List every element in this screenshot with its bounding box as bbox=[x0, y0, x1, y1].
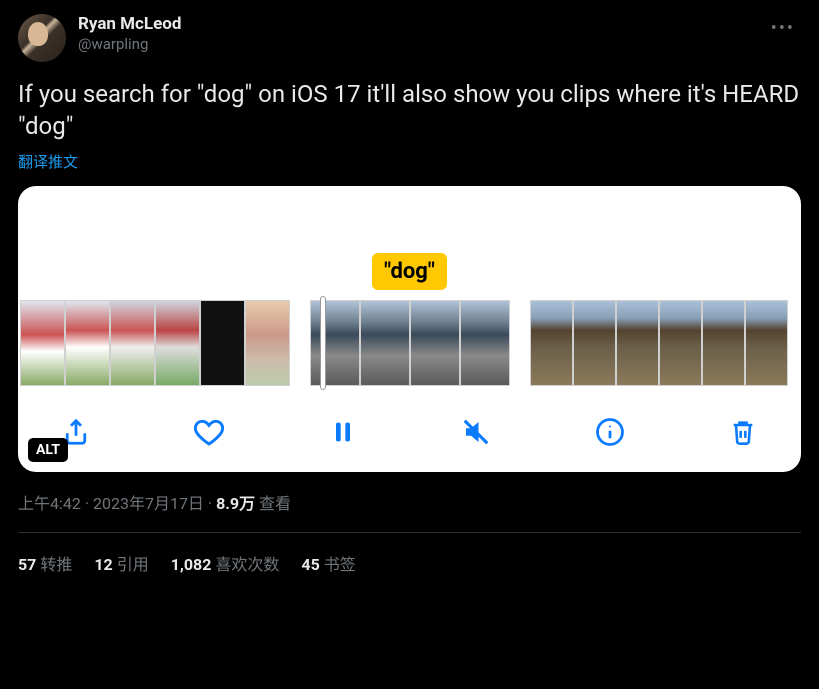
display-name: Ryan McLeod bbox=[78, 14, 181, 35]
caption-bubble: "dog" bbox=[372, 253, 447, 290]
trash-icon[interactable] bbox=[725, 414, 761, 450]
clip-frame bbox=[616, 300, 659, 386]
views-count: 8.9万 bbox=[216, 494, 255, 513]
tweet-text: If you search for "dog" on iOS 17 it'll … bbox=[18, 78, 801, 143]
more-icon[interactable]: ••• bbox=[765, 14, 801, 43]
translate-link[interactable]: 翻译推文 bbox=[18, 151, 801, 172]
tweet-time[interactable]: 上午4:42 bbox=[18, 494, 81, 513]
views-label: 查看 bbox=[259, 494, 291, 513]
alt-badge[interactable]: ALT bbox=[28, 438, 68, 462]
bookmarks-stat[interactable]: 45书签 bbox=[301, 551, 355, 575]
likes-stat[interactable]: 1,082喜欢次数 bbox=[171, 551, 280, 575]
author-names[interactable]: Ryan McLeod @warpling bbox=[78, 14, 181, 54]
clip-frame bbox=[155, 300, 200, 386]
media-controls bbox=[18, 396, 801, 472]
clip-frame bbox=[745, 300, 788, 386]
tweet-date[interactable]: 2023年7月17日 bbox=[93, 494, 204, 513]
media-card[interactable]: "dog" bbox=[18, 186, 801, 472]
retweets-stat[interactable]: 57转推 bbox=[18, 551, 72, 575]
clip-frame bbox=[65, 300, 110, 386]
info-icon[interactable] bbox=[592, 414, 628, 450]
caption-row: "dog" bbox=[18, 186, 801, 300]
tweet-header: Ryan McLeod @warpling ••• bbox=[18, 14, 801, 62]
quotes-stat[interactable]: 12引用 bbox=[94, 551, 148, 575]
mute-icon[interactable] bbox=[458, 414, 494, 450]
clip-frame bbox=[245, 300, 290, 386]
clip-frame bbox=[530, 300, 573, 386]
clip-group[interactable] bbox=[530, 300, 788, 386]
clip-frame bbox=[702, 300, 745, 386]
tweet-meta: 上午4:42 2023年7月17日 8.9万 查看 bbox=[18, 490, 801, 514]
clip-group[interactable] bbox=[310, 300, 510, 386]
clip-frame bbox=[110, 300, 155, 386]
clip-frame bbox=[360, 300, 410, 386]
heart-icon[interactable] bbox=[191, 414, 227, 450]
divider bbox=[18, 532, 801, 533]
clip-frame bbox=[659, 300, 702, 386]
pause-icon[interactable] bbox=[325, 414, 361, 450]
clip-frame bbox=[20, 300, 65, 386]
handle: @warpling bbox=[78, 35, 181, 54]
clip-frame bbox=[460, 300, 510, 386]
clip-frame bbox=[410, 300, 460, 386]
video-timeline[interactable] bbox=[18, 300, 801, 396]
clip-frame bbox=[200, 300, 245, 386]
clip-group[interactable] bbox=[20, 300, 290, 386]
avatar[interactable] bbox=[18, 14, 66, 62]
clip-frame bbox=[573, 300, 616, 386]
tweet-stats: 57转推 12引用 1,082喜欢次数 45书签 bbox=[18, 551, 801, 575]
clip-frame bbox=[310, 300, 360, 386]
playhead[interactable] bbox=[320, 296, 326, 390]
